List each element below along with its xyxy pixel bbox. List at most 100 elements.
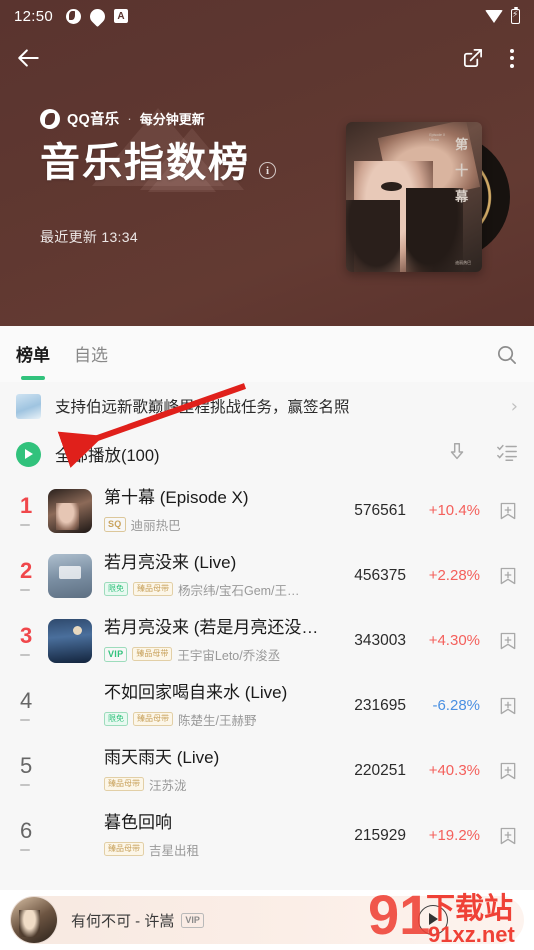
info-icon[interactable]: i	[259, 162, 276, 179]
badge-free: 限免	[104, 712, 128, 727]
mini-player-text: 有何不可 - 许嵩 VIP	[71, 910, 204, 931]
browser-icon	[66, 8, 82, 24]
promo-banner-thumbnail	[16, 393, 41, 419]
table-row[interactable]: 2 若月亮没来 (Live) 限免 臻品母带 杨宗纬/宝石Gem/王… 456375 +2.…	[0, 543, 534, 608]
song-cover	[48, 553, 92, 598]
rank-number: 5	[20, 752, 33, 778]
rank-number: 2	[20, 557, 33, 583]
song-cover	[48, 488, 92, 533]
brand-name: QQ音乐	[67, 112, 120, 128]
badge-master: 臻品母带	[104, 842, 144, 857]
table-row[interactable]: 4 不如回家喝自来水 (Live) 限免 臻品母带 陈楚生/王赫野 231695 -6.28…	[0, 673, 534, 738]
song-artist: 陈楚生/王赫野	[178, 713, 257, 728]
add-to-playlist-icon[interactable]	[480, 761, 518, 781]
add-to-playlist-icon[interactable]	[480, 826, 518, 846]
tab-rankings[interactable]: 榜单	[16, 341, 50, 368]
album-signature: 迪丽热巴	[455, 260, 472, 265]
album-micro-text: Episode X Ultraa	[429, 132, 446, 142]
rank-cell: 3	[14, 622, 48, 657]
download-icon[interactable]	[446, 441, 468, 468]
play-circle-icon[interactable]	[16, 441, 41, 467]
table-row[interactable]: 6 暮色回响 臻品母带 吉星出租 215929 +19.2%	[0, 803, 534, 868]
trend-flat-icon	[20, 718, 30, 722]
song-meta: 臻品母带 汪苏泷	[104, 775, 326, 794]
app-root: 12:50 A ⚡ QQ音乐 · 每分钟更新 音乐指数榜 i 最近更新 13:3…	[0, 0, 534, 950]
add-to-playlist-icon[interactable]	[480, 501, 518, 521]
song-title: 若月亮没来 (Live)	[104, 553, 237, 573]
app-badge-icon: A	[114, 9, 129, 23]
tab-custom[interactable]: 自选	[74, 341, 108, 368]
table-row[interactable]: 3 若月亮没来 (若是月亮还没… VIP 臻品母带 王宇宙Leto/乔浚丞 343003 +…	[0, 608, 534, 673]
song-cover	[48, 618, 92, 663]
song-info: 暮色回响臻品母带 吉星出租	[104, 812, 326, 858]
song-info: 若月亮没来 (若是月亮还没… VIP 臻品母带 王宇宙Leto/乔浚丞	[104, 617, 326, 663]
rank-cell: 5	[14, 752, 48, 787]
badge-master: 臻品母带	[132, 647, 173, 662]
song-info: 若月亮没来 (Live) 限免 臻品母带 杨宗纬/宝石Gem/王…	[104, 552, 326, 598]
play-all-label[interactable]: 全部播放(100)	[55, 442, 160, 466]
rank-number: 1	[20, 492, 33, 518]
table-row[interactable]: 1 第十幕 (Episode X) SQ 迪丽热巴 576561 +10.4%	[0, 478, 534, 543]
badge-master: 臻品母带	[133, 582, 173, 597]
song-info: 第十幕 (Episode X) SQ 迪丽热巴	[104, 487, 326, 533]
brand-subtitle: 每分钟更新	[139, 112, 205, 127]
back-arrow-icon[interactable]	[16, 41, 50, 75]
hero-album-art[interactable]: Episode X Ultraa 第十幕 迪丽热巴	[346, 122, 510, 272]
multiselect-list-icon[interactable]	[496, 441, 518, 468]
song-meta: SQ 迪丽热巴	[104, 515, 326, 534]
album-vertical-title: 第十幕	[455, 137, 469, 204]
song-delta: -6.28%	[432, 697, 480, 714]
song-delta: +4.30%	[428, 632, 480, 649]
status-bar-time: 12:50	[14, 7, 54, 25]
promo-banner[interactable]: 支持伯远新歌巅峰里程挑战任务，赢签名照 ›	[0, 382, 534, 430]
share-external-icon[interactable]	[461, 47, 484, 70]
trend-flat-icon	[20, 523, 30, 527]
trend-flat-icon	[20, 653, 30, 657]
song-score: 343003	[354, 631, 406, 649]
song-delta: +40.3%	[428, 762, 480, 779]
song-artist: 汪苏泷	[149, 778, 187, 793]
rank-cell: 4	[14, 687, 48, 722]
rank-cell: 6	[14, 819, 48, 852]
mini-player-inner[interactable]: 有何不可 - 许嵩 VIP	[10, 896, 524, 944]
song-title: 暮色回响	[104, 813, 172, 833]
play-outline-icon[interactable]	[418, 905, 448, 935]
brand-separator: ·	[127, 111, 132, 126]
song-delta: +10.4%	[428, 502, 480, 519]
rank-number: 4	[20, 687, 33, 713]
wifi-icon	[485, 9, 503, 23]
vip-badge: VIP	[181, 912, 204, 928]
status-bar-left-icons: A	[66, 5, 129, 27]
battery-charging-icon	[511, 6, 520, 24]
song-meta: 限免 臻品母带 陈楚生/王赫野	[104, 710, 326, 729]
song-cover	[48, 749, 92, 793]
album-cover-image: Episode X Ultraa 第十幕 迪丽热巴	[346, 122, 482, 272]
song-score: 220251	[354, 761, 406, 779]
mini-player-cover	[11, 897, 57, 943]
add-to-playlist-icon[interactable]	[480, 631, 518, 651]
table-row[interactable]: 5 雨天雨天 (Live) 臻品母带 汪苏泷 220251 +40.3%	[0, 738, 534, 803]
add-to-playlist-icon[interactable]	[480, 696, 518, 716]
song-meta: 臻品母带 吉星出租	[104, 840, 326, 859]
more-vertical-icon[interactable]	[506, 45, 518, 72]
qq-music-logo-icon	[40, 108, 60, 129]
mini-player-bar: 有何不可 - 许嵩 VIP	[0, 890, 534, 950]
badge-vip: VIP	[104, 646, 128, 662]
song-title: 第十幕 (Episode X)	[104, 488, 249, 508]
rank-number: 3	[20, 622, 33, 648]
top-nav	[0, 32, 534, 84]
hero-header: 12:50 A ⚡ QQ音乐 · 每分钟更新 音乐指数榜 i 最近更新 13:3…	[0, 0, 534, 326]
song-cover	[48, 814, 92, 858]
song-title: 雨天雨天 (Live)	[104, 748, 220, 768]
song-title: 若月亮没来 (若是月亮还没…	[104, 618, 319, 638]
song-artist: 王宇宙Leto/乔浚丞	[177, 648, 281, 663]
ranking-list: 1 第十幕 (Episode X) SQ 迪丽热巴 576561 +10.4% 2 若月亮没来…	[0, 478, 534, 868]
status-bar: 12:50 A	[0, 0, 534, 32]
badge-sq: SQ	[104, 516, 126, 532]
song-info: 雨天雨天 (Live) 臻品母带 汪苏泷	[104, 747, 326, 793]
song-info: 不如回家喝自来水 (Live) 限免 臻品母带 陈楚生/王赫野	[104, 682, 326, 728]
badge-free: 限免	[104, 582, 128, 597]
search-icon[interactable]	[495, 343, 518, 366]
badge-master: 臻品母带	[104, 777, 144, 792]
add-to-playlist-icon[interactable]	[480, 566, 518, 586]
